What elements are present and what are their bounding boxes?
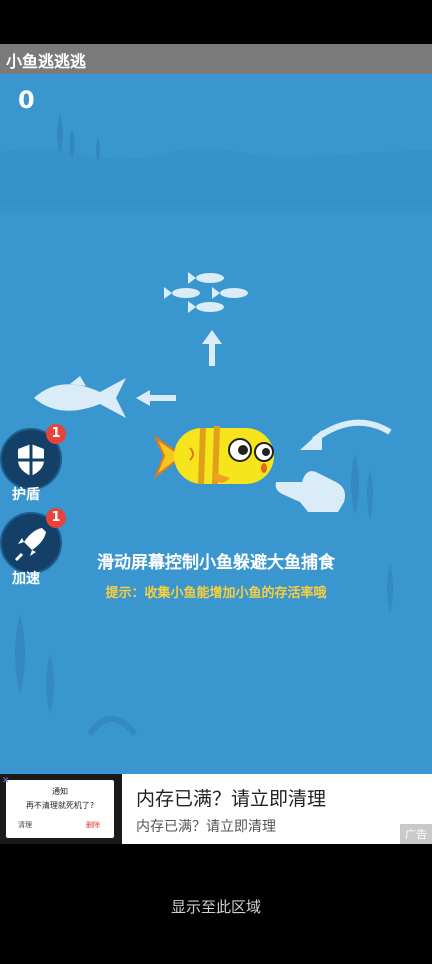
arrow-left-icon	[136, 390, 176, 406]
ad-headline: 内存已满？请立即清理	[136, 788, 327, 810]
ad-banner[interactable]: 通知 再不清理就死机了? 清理 删除 ✕ 内存已满？请立即清理 内存已满？请立即…	[0, 774, 432, 844]
hint-text: 提示：收集小鱼能增加小鱼的存活率哦	[105, 586, 327, 601]
ad-subline: 内存已满？请立即清理	[136, 819, 276, 835]
ad-tag: 广告	[400, 824, 432, 844]
ad-thumbnail-dialog: 通知 再不清理就死机了? 清理 删除	[6, 780, 114, 838]
ad-thumbnail: 通知 再不清理就死机了? 清理 删除	[0, 774, 122, 844]
curved-arrow-icon	[300, 419, 392, 450]
instruction-text: 滑动屏幕控制小鱼躲避大鱼捕食	[97, 553, 335, 573]
status-bar	[0, 0, 432, 44]
ad-thumb-title: 通知	[52, 787, 68, 796]
ad-close-icon[interactable]: ✕	[2, 776, 12, 786]
shield-count-badge: 1	[46, 424, 66, 444]
ad-thumb-delete: 删除	[86, 821, 100, 829]
display-area-message: 显示至此区域	[170, 898, 261, 916]
ad-thumb-text: 再不清理就死机了?	[25, 801, 95, 810]
shield-powerup-button[interactable]: 1	[0, 424, 66, 490]
score-display: 0	[18, 86, 35, 114]
ad-thumb-clean: 清理	[18, 821, 32, 829]
hand-pointer-icon	[275, 471, 345, 512]
arrow-up-icon	[202, 330, 222, 366]
player-fish-icon	[153, 426, 274, 484]
small-fish-school-icon	[164, 272, 248, 313]
boost-count-badge: 1	[46, 508, 66, 528]
game-canvas[interactable]: 0 1 护盾 1 加速 滑动屏幕控制小鱼躲避大鱼捕食 提示：收集小鱼能增加小鱼的…	[0, 74, 432, 774]
big-fish-icon	[34, 376, 126, 418]
bottom-area: 显示至此区域	[0, 844, 432, 964]
title-bar: 小鱼逃逃逃	[0, 44, 432, 74]
app-title: 小鱼逃逃逃	[6, 52, 87, 71]
shield-label: 护盾	[12, 487, 40, 503]
